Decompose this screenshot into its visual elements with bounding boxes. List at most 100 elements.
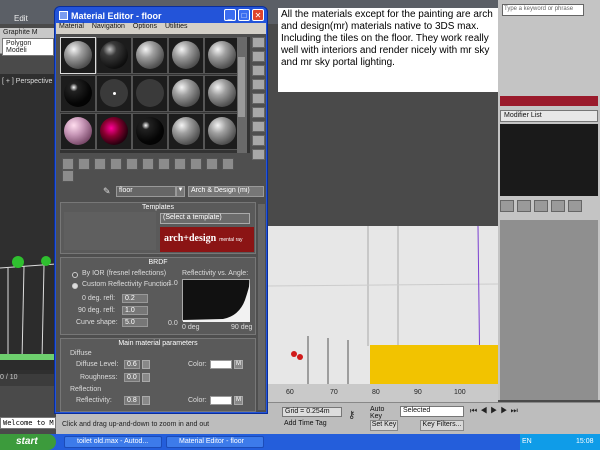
assign-to-selection-icon[interactable]: [94, 158, 106, 170]
reset-map-icon[interactable]: [110, 158, 122, 170]
options-icon[interactable]: [252, 121, 265, 132]
ribbon-tab-polygon-modeling[interactable]: Polygon Modeli: [2, 38, 54, 56]
sample-slot[interactable]: [132, 75, 168, 112]
sample-slot[interactable]: [96, 37, 132, 74]
sample-slot[interactable]: [168, 37, 204, 74]
by-ior-radio[interactable]: [72, 272, 78, 278]
make-preview-icon[interactable]: [252, 107, 265, 118]
sample-slot[interactable]: [60, 113, 96, 150]
search-input[interactable]: Type a keyword or phrase: [502, 4, 584, 16]
time-slider[interactable]: 0 / 10: [0, 374, 56, 386]
graphite-ribbon: Graphite M Polygon Modeli: [0, 28, 56, 56]
maxscript-listener[interactable]: Welcome to M: [0, 417, 56, 429]
key-filters-button[interactable]: Key Filters...: [420, 420, 464, 431]
material-type-button[interactable]: Arch & Design (mi): [188, 186, 264, 197]
sample-slot[interactable]: [132, 113, 168, 150]
sample-slot[interactable]: [168, 75, 204, 112]
select-by-material-icon[interactable]: [252, 135, 265, 146]
sample-slot[interactable]: [204, 37, 240, 74]
configure-sets-icon[interactable]: [568, 200, 582, 212]
sample-slot[interactable]: [60, 37, 96, 74]
make-unique-icon[interactable]: [534, 200, 548, 212]
close-button[interactable]: ✕: [252, 9, 264, 21]
video-color-check-icon[interactable]: [252, 93, 265, 104]
add-time-tag-button[interactable]: Add Time Tag: [282, 420, 342, 430]
backlight-icon[interactable]: [252, 51, 265, 62]
rollout-scrollbar[interactable]: [258, 204, 265, 410]
pin-stack-icon[interactable]: [500, 200, 514, 212]
taskbar-item-max[interactable]: toilet old.max - Autod...: [64, 436, 162, 448]
menu-navigation[interactable]: Navigation: [92, 23, 125, 30]
sample-slot[interactable]: [204, 113, 240, 150]
put-to-library-icon[interactable]: [158, 158, 170, 170]
reflectivity-map-button[interactable]: [142, 396, 150, 405]
sample-slot[interactable]: [204, 75, 240, 112]
background-icon[interactable]: [252, 65, 265, 76]
go-to-parent-icon[interactable]: [222, 158, 234, 170]
make-unique-icon[interactable]: [142, 158, 154, 170]
material-sphere: [64, 117, 92, 145]
diffuse-map-button[interactable]: M: [234, 360, 243, 369]
sample-type-icon[interactable]: [252, 37, 265, 48]
auto-key-button[interactable]: Auto Key: [370, 406, 398, 420]
custom-function-radio[interactable]: [72, 283, 78, 289]
sample-slot[interactable]: [96, 113, 132, 150]
go-forward-icon[interactable]: [62, 170, 74, 182]
minimize-button[interactable]: _: [224, 9, 236, 21]
curve-shape-input[interactable]: 5.0: [122, 318, 148, 327]
menu-material[interactable]: Material: [59, 23, 84, 30]
menu-utilities[interactable]: Utilities: [165, 23, 188, 30]
slots-scrollbar[interactable]: [237, 37, 247, 153]
show-end-result-icon[interactable]: [206, 158, 218, 170]
roughness-map-button[interactable]: [142, 373, 150, 382]
key-icon[interactable]: ⚷: [348, 410, 355, 421]
reflection-group-label: Reflection: [70, 386, 102, 393]
roughness-input[interactable]: 0.0: [124, 373, 140, 382]
material-id-icon[interactable]: [174, 158, 186, 170]
taskbar-item-material-editor[interactable]: Material Editor - floor: [166, 436, 264, 448]
put-to-scene-icon[interactable]: [78, 158, 90, 170]
set-key-button[interactable]: Set Key: [370, 420, 398, 431]
menu-options[interactable]: Options: [133, 23, 157, 30]
material-navigator-icon[interactable]: [252, 149, 265, 160]
scrollbar-thumb[interactable]: [238, 57, 245, 117]
ribbon-tab-graphite[interactable]: Graphite M: [0, 28, 56, 37]
reflection-color-swatch[interactable]: [210, 396, 232, 405]
show-end-result-icon[interactable]: [517, 200, 531, 212]
object-color-swatch[interactable]: [500, 96, 598, 106]
sample-slot[interactable]: [168, 113, 204, 150]
sample-slot[interactable]: [96, 75, 132, 112]
diffuse-level-input[interactable]: 0.6: [124, 360, 140, 369]
maximize-button[interactable]: □: [238, 9, 250, 21]
status-message: Click and drag up-and-down to zoom in an…: [62, 421, 210, 428]
sample-slot[interactable]: [60, 75, 96, 112]
uv-tiling-icon[interactable]: [252, 79, 265, 90]
brdf-header[interactable]: BRDF: [62, 259, 254, 269]
diffuse-color-swatch[interactable]: [210, 360, 232, 369]
modifier-list-dropdown[interactable]: Modifier List: [500, 110, 598, 122]
diffuse-level-map-button[interactable]: [142, 360, 150, 369]
show-map-icon[interactable]: [190, 158, 202, 170]
sample-slot[interactable]: [132, 37, 168, 74]
reflection-map-button[interactable]: M: [234, 396, 243, 405]
remove-modifier-icon[interactable]: [551, 200, 565, 212]
system-tray: EN 15:08: [520, 434, 600, 450]
main-parameters-header[interactable]: Main material parameters: [62, 340, 254, 350]
material-name-input[interactable]: floor: [116, 186, 176, 197]
deg90-input[interactable]: 1.0: [122, 306, 148, 315]
chevron-down-icon[interactable]: ▼: [176, 186, 185, 197]
start-button[interactable]: start: [0, 434, 56, 450]
template-dropdown[interactable]: (Select a template): [160, 213, 250, 224]
language-indicator[interactable]: EN: [522, 438, 532, 445]
playback-controls[interactable]: ⏮◀▶▶⏭: [470, 406, 594, 417]
make-copy-icon[interactable]: [126, 158, 138, 170]
edit-menu[interactable]: Edit: [14, 14, 54, 26]
key-selection-dropdown[interactable]: Selected: [400, 406, 464, 417]
get-material-icon[interactable]: [62, 158, 74, 170]
pick-material-icon[interactable]: ✎: [103, 186, 113, 197]
modifier-stack[interactable]: [500, 124, 598, 196]
track-bar[interactable]: 60 70 80 90 100: [268, 384, 498, 402]
deg0-input[interactable]: 0.2: [122, 294, 148, 303]
reflectivity-input[interactable]: 0.8: [124, 396, 140, 405]
viewport-label[interactable]: [ + ] Perspective: [2, 78, 52, 85]
